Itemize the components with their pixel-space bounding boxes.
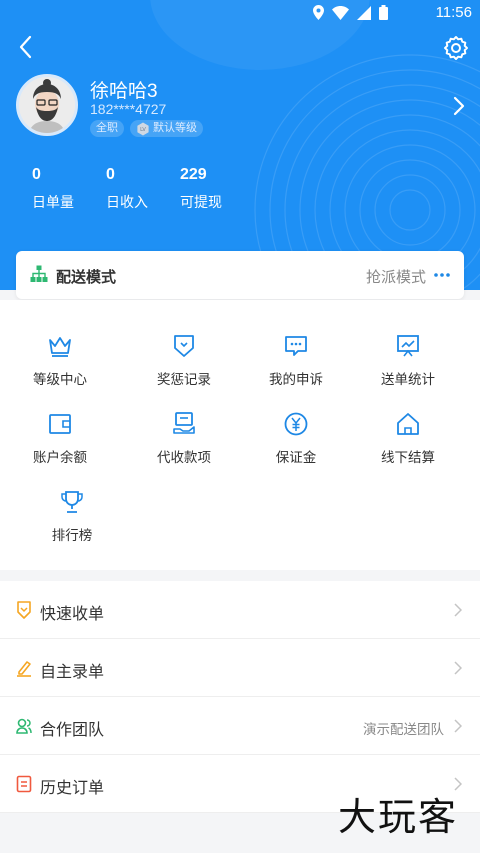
profile-detail-chevron-icon[interactable] — [450, 95, 468, 117]
team-name: 演示配送团队 — [363, 722, 444, 737]
delivery-mode-value: 抢派模式 — [365, 269, 426, 286]
battery-icon — [379, 5, 388, 20]
yen-icon — [284, 412, 308, 436]
menu-label: 历史订单 — [40, 780, 105, 797]
back-button[interactable] — [14, 34, 40, 60]
stat-label: 日收入 — [106, 194, 148, 210]
stat-withdrawable[interactable]: 229 可提现 — [180, 166, 254, 212]
profile-phone: 182****4727 — [90, 101, 167, 117]
status-bar: 11:56 — [0, 0, 480, 26]
avatar[interactable] — [16, 74, 78, 136]
feature-reward-punish[interactable]: 奖惩记录 — [124, 300, 244, 387]
receive-icon — [17, 601, 31, 619]
stat-label: 日单量 — [32, 194, 74, 210]
org-chart-icon — [30, 265, 48, 282]
house-icon — [397, 413, 419, 435]
feature-label: 线下结算 — [381, 450, 435, 465]
level-badge: LV 默认等级 — [130, 120, 203, 137]
message-icon — [285, 336, 307, 356]
menu-list: 快速收单 自主录单 合作团队 演示配送团队 历史订单 — [0, 581, 480, 813]
more-dots-icon[interactable] — [434, 273, 450, 277]
stat-label: 可提现 — [180, 194, 222, 210]
signal-icon — [357, 5, 371, 20]
crown-icon — [49, 337, 71, 357]
employment-type-label: 全职 — [96, 122, 118, 134]
feature-offline-settlement[interactable]: 线下结算 — [348, 378, 468, 465]
menu-partner-team[interactable]: 合作团队 演示配送团队 — [0, 697, 480, 755]
feature-deposit[interactable]: 保证金 — [236, 378, 356, 465]
collection-icon — [173, 412, 195, 434]
svg-text:LV: LV — [140, 127, 146, 133]
employment-type-badge: 全职 — [90, 120, 124, 137]
chevron-right-icon — [454, 661, 462, 675]
feature-label: 代收款项 — [157, 450, 211, 465]
menu-manual-entry[interactable]: 自主录单 — [0, 639, 480, 697]
stats-row: 0 日单量 0 日收入 229 可提现 — [32, 166, 254, 212]
profile-tags: 全职 LV 默认等级 — [90, 120, 203, 137]
level-label: 默认等级 — [153, 122, 197, 134]
menu-quick-receive[interactable]: 快速收单 — [0, 581, 480, 639]
stat-daily-income[interactable]: 0 日收入 — [106, 166, 180, 212]
menu-label: 自主录单 — [40, 664, 105, 681]
watermark: 大玩客 — [337, 795, 458, 839]
status-time: 11:56 — [435, 4, 472, 21]
avatar-portrait-icon — [19, 77, 75, 133]
profile-name: 徐哈哈3 — [90, 81, 158, 102]
shield-icon — [174, 335, 194, 357]
feature-account-balance[interactable]: 账户余额 — [0, 378, 120, 465]
menu-label: 合作团队 — [40, 722, 105, 739]
chevron-right-icon — [454, 603, 462, 617]
delivery-mode-label: 配送模式 — [56, 269, 117, 286]
feature-delivery-stats[interactable]: 送单统计 — [348, 300, 468, 387]
feature-leaderboard[interactable]: 排行榜 — [12, 456, 132, 543]
delivery-mode-card[interactable]: 配送模式 抢派模式 — [16, 251, 464, 299]
feature-my-appeals[interactable]: 我的申诉 — [236, 300, 356, 387]
level-hexagon-icon: LV — [137, 122, 149, 135]
feature-label: 排行榜 — [51, 528, 93, 543]
feature-grid: 等级中心 奖惩记录 我的申诉 送单统计 账户余额 代收款项 保证金 线下结算 排… — [0, 300, 480, 570]
stat-daily-orders[interactable]: 0 日单量 — [32, 166, 106, 212]
feature-level-center[interactable]: 等级中心 — [0, 300, 120, 387]
settings-gear-icon[interactable] — [442, 34, 470, 62]
wifi-icon — [332, 5, 349, 20]
wallet-icon — [49, 414, 71, 434]
team-icon — [16, 718, 32, 734]
stat-value: 0 — [106, 166, 115, 183]
pen-icon — [17, 661, 31, 677]
chart-icon — [397, 335, 419, 357]
profile-header: 11:56 徐哈哈3 182****4727 全职 LV 默认等级 0 日单量 … — [0, 0, 480, 290]
feature-collection[interactable]: 代收款项 — [124, 378, 244, 465]
history-icon — [16, 775, 32, 793]
menu-label: 快速收单 — [40, 606, 105, 623]
feature-label: 保证金 — [275, 450, 317, 465]
stat-value: 229 — [180, 166, 207, 183]
chevron-right-icon — [454, 719, 462, 733]
stat-value: 0 — [32, 166, 41, 183]
trophy-icon — [61, 491, 83, 513]
location-icon — [313, 5, 324, 20]
